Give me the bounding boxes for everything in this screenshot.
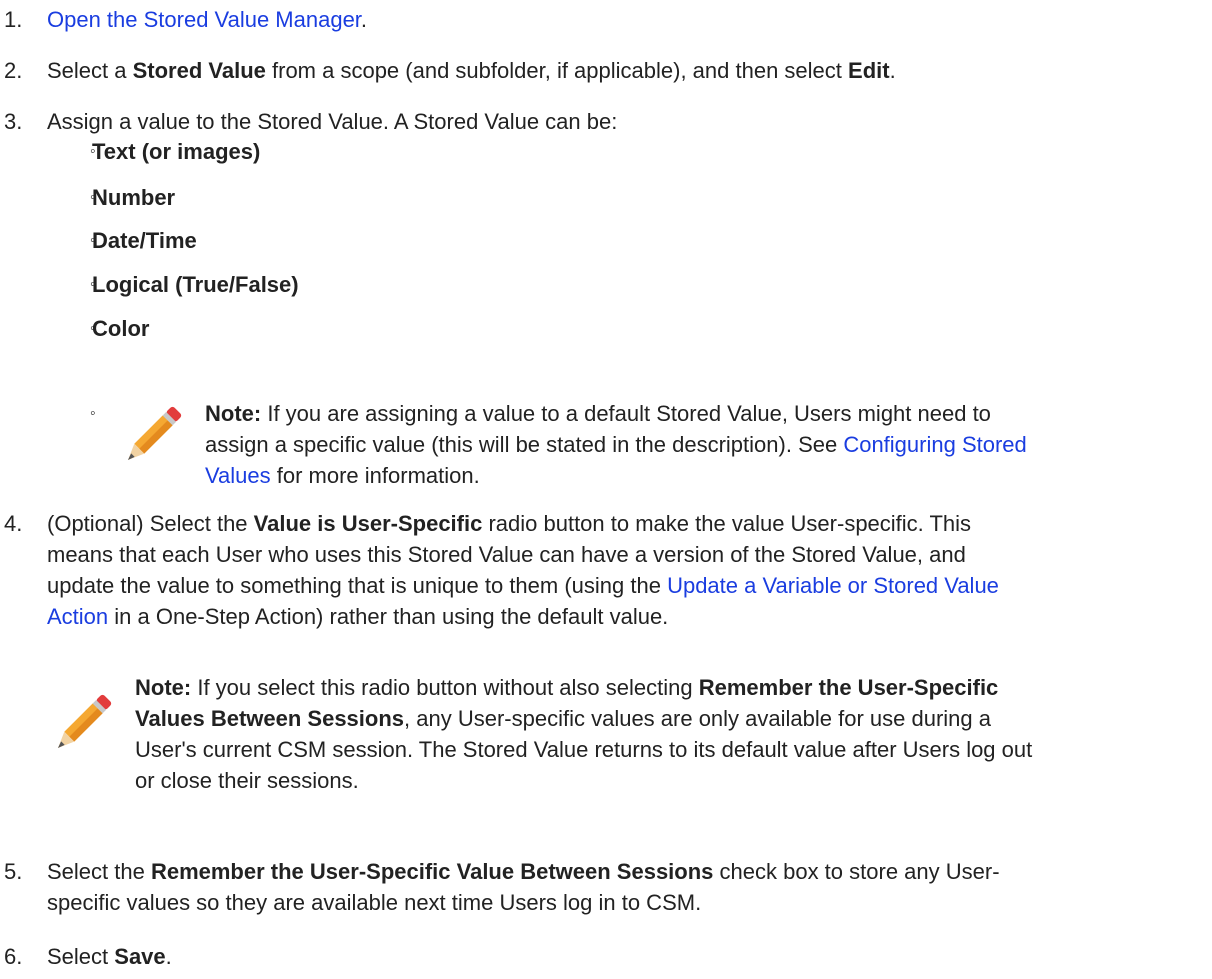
ui-term: Value is User-Specific [253,511,483,536]
note-text: , any User-specific values are only avai… [404,706,991,731]
step-5-continuation: specific values so they are available ne… [47,887,701,918]
step-number: 6. [4,944,23,969]
note-text: User's current CSM session. The Stored V… [135,737,1033,762]
value-type-item: Color [92,316,150,341]
note-text: assign a specific value (this will be st… [205,432,844,457]
step-text: in a One-Step Action) rather than using … [108,604,669,629]
ui-term: Values Between Sessions [135,706,405,731]
value-type-item: Logical (True/False) [92,272,299,297]
value-type-item: Number [92,185,176,210]
step-number: 5. [4,859,23,884]
step-text: . [360,7,368,32]
note-text: or close their sessions. [135,768,359,793]
step-text: (Optional) Select the [47,511,254,536]
step-text: radio button to make the value User-spec… [482,511,972,536]
step-text: . [889,58,896,83]
step-text: from a scope (and subfolder, if applicab… [265,58,849,83]
step-text: check box to store any User- [713,859,1000,884]
note-label: Note: [135,675,192,700]
step-text: Select [47,944,115,969]
configuring-stored-values-link[interactable]: Values [205,463,271,488]
pencil-icon [48,690,116,764]
ui-term: Remember the User-Specific [698,675,999,700]
ui-term: Edit [848,58,890,83]
step-number: 1. [4,7,23,32]
update-variable-action-link[interactable]: Action [47,604,108,629]
open-stored-value-manager-link[interactable]: Open the Stored Value Manager [47,7,361,32]
step-number: 3. [4,109,23,134]
bullet: ◦ [90,405,96,422]
step-text: specific values so they are available ne… [47,890,702,915]
value-type-item: Date/Time [92,228,197,253]
ui-term: Stored Value [132,58,266,83]
note-callout: Note: If you are assigning a value to a … [205,398,1027,491]
step-text: update the value to something that is un… [47,573,668,598]
step-4-continuation: means that each User who uses this Store… [47,539,999,632]
ui-term: Remember the User-Specific Value Between… [150,859,714,884]
note-text: If you are assigning a value to a defaul… [261,401,991,426]
configuring-stored-values-link[interactable]: Configuring Stored [843,432,1026,457]
step-number: 4. [4,511,23,536]
value-type-item: Text (or images) [92,139,261,164]
note-label: Note: [205,401,262,426]
step-text: means that each User who uses this Store… [47,542,966,567]
step-text: Select a [47,58,133,83]
pencil-icon [118,402,186,476]
step-text: . [165,944,172,969]
step-number: 2. [4,58,23,83]
ui-term: Save [114,944,166,969]
update-variable-action-link[interactable]: Update a Variable or Stored Value [667,573,999,598]
step-text: Select the [47,859,151,884]
note-callout: Note: If you select this radio button wi… [135,672,1032,796]
note-text: for more information. [270,463,480,488]
note-text: If you select this radio button without … [191,675,699,700]
step-text: Assign a value to the Stored Value. A St… [47,109,618,134]
